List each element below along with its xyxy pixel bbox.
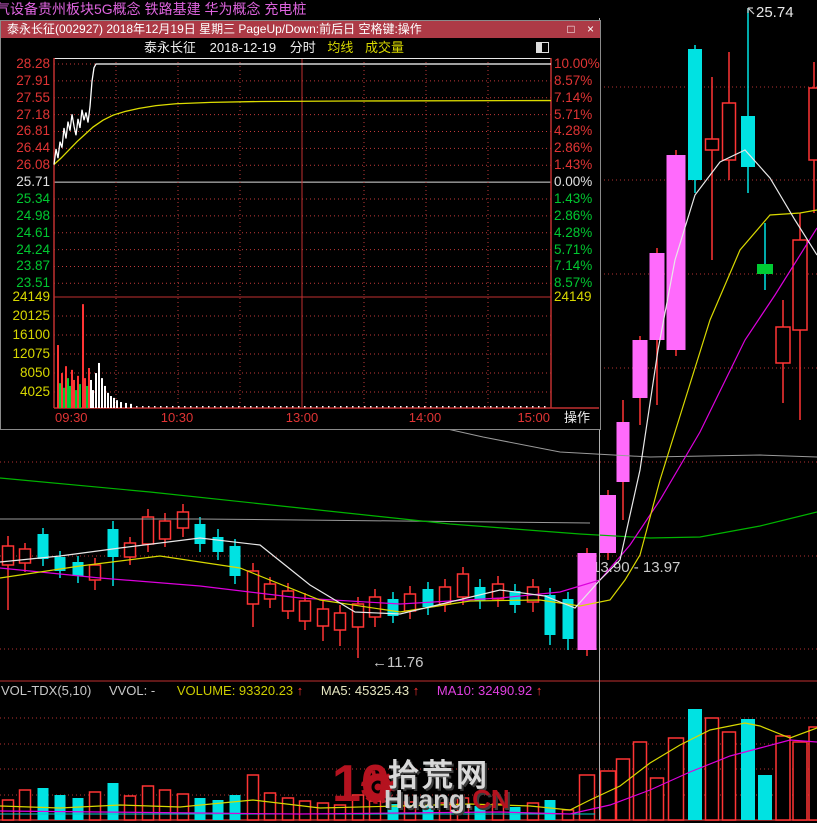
volume-axis-label: 24149 <box>12 289 50 304</box>
price-axis-label: 23.87 <box>16 258 50 274</box>
popup-title: 泰永长征(002927) 2018年12月19日 星期三 PageUp/Down… <box>7 22 422 36</box>
ma10-value: MA10: 32490.92 <box>436 683 533 698</box>
minute-chart-canvas[interactable]: 09:30 10:30 13:00 14:00 15:00 操作 <box>1 58 602 431</box>
tab-fenshi[interactable]: 分时 <box>290 40 316 55</box>
volume-indicator-bar: VOL-TDX(5,10) VVOL: - VOLUME: 93320.23 ↑… <box>1 682 817 699</box>
panel-layout-icon[interactable] <box>536 42 549 53</box>
stock-name: 泰永长征 <box>144 40 197 55</box>
indicator-name: VOL-TDX(5,10) <box>1 683 92 698</box>
percent-axis-label: 10.00% <box>554 56 600 71</box>
trading-app-window: 13.90 - 13.97 25.74 ←11.76 气设备贵州板块5G概念 铁路基… <box>0 0 817 823</box>
chart-date: 2018-12-19 <box>209 40 277 55</box>
watermark-domain: Huang. <box>384 784 473 814</box>
price-axis-label: 27.91 <box>16 72 50 88</box>
tab-chengjiaoliang[interactable]: 成交量 <box>365 40 404 55</box>
volume-axis-label: 16100 <box>12 327 50 342</box>
low-price-annotation: ←11.76 <box>372 654 423 671</box>
percent-axis-label: 4.28% <box>554 123 593 139</box>
up-arrow-icon: ↑ <box>296 683 304 698</box>
price-axis-label: 27.18 <box>16 106 50 122</box>
volume-axis-label: 20125 <box>12 308 50 323</box>
time-label: 09:30 <box>55 410 88 425</box>
time-label: 15:00 <box>517 410 550 425</box>
price-axis-label: 24.24 <box>16 241 50 257</box>
percent-axis-label: 5.71% <box>554 106 593 122</box>
maximize-button[interactable]: □ <box>567 22 574 36</box>
percent-axis-label: 2.86% <box>554 207 593 223</box>
price-axis-label: 26.08 <box>16 157 50 173</box>
tab-junxian[interactable]: 均线 <box>327 40 353 55</box>
watermark: 10 拾荒网 Huang.CN <box>332 750 517 820</box>
up-arrow-icon: ↑ <box>535 683 543 698</box>
percent-axis-label: 7.14% <box>554 258 593 274</box>
ma5-value: MA5: 45325.43 <box>320 683 410 698</box>
action-button[interactable]: 操作 <box>564 410 590 425</box>
concept-sector-strip[interactable]: 气设备贵州板块5G概念 铁路基建 华为概念 充电桩 <box>0 0 816 18</box>
popup-title-bar[interactable]: 泰永长征(002927) 2018年12月19日 星期三 PageUp/Down… <box>1 21 600 38</box>
price-axis-label: 28.28 <box>16 56 50 71</box>
time-label: 14:00 <box>409 410 442 425</box>
intraday-popup-window: 泰永长征(002927) 2018年12月19日 星期三 PageUp/Down… <box>0 20 601 430</box>
percent-axis-label: 5.71% <box>554 241 593 257</box>
price-axis-label: 24.61 <box>16 224 50 240</box>
vvol-value: VVOL: - <box>108 683 156 698</box>
price-axis-label: 25.71 <box>16 174 50 190</box>
percent-axis-label: 0.00% <box>554 174 593 190</box>
price-axis-label: 26.81 <box>16 123 50 139</box>
volume-axis-label: 4025 <box>19 384 50 399</box>
price-axis-label: 25.34 <box>16 190 50 206</box>
volume-value: VOLUME: 93320.23 <box>176 683 294 698</box>
percent-axis-label: 7.14% <box>554 89 593 105</box>
percent-axis-label: 1.43% <box>554 190 593 206</box>
up-arrow-icon: ↑ <box>412 683 420 698</box>
percent-axis-label: 4.28% <box>554 224 593 240</box>
popup-chart-header: 泰永长征 2018-12-19 分时 均线 成交量 <box>1 38 600 58</box>
percent-axis-label: 1.43% <box>554 157 593 173</box>
time-label: 10:30 <box>161 410 194 425</box>
price-axis-label: 27.55 <box>16 89 50 105</box>
price-axis-label: 24.98 <box>16 207 50 223</box>
volume-axis-label: 24149 <box>554 289 592 304</box>
percent-axis-label: 2.86% <box>554 140 593 156</box>
price-axis-label: 26.44 <box>16 140 50 156</box>
time-label: 13:00 <box>286 410 319 425</box>
watermark-domain-cn: CN <box>472 784 510 814</box>
volume-axis-label: 12075 <box>12 346 50 361</box>
close-button[interactable]: × <box>587 22 594 36</box>
percent-axis-label: 8.57% <box>554 72 593 88</box>
volume-axis-label: 8050 <box>19 365 50 380</box>
